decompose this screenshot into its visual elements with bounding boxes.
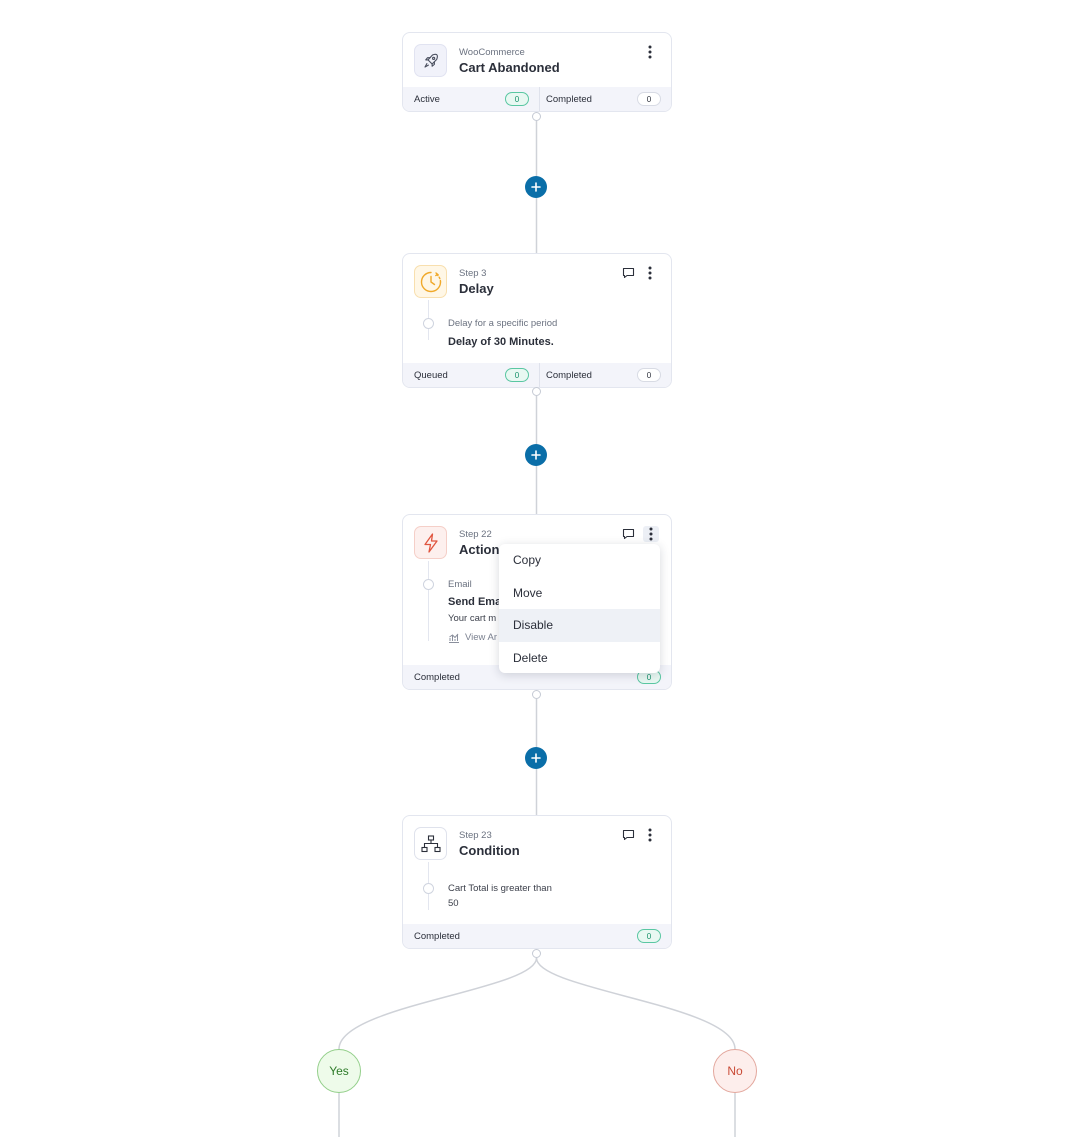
step-title: Action bbox=[459, 542, 500, 557]
branch-yes[interactable]: Yes bbox=[317, 1049, 361, 1093]
stat-label: Completed bbox=[546, 93, 592, 105]
add-step-button[interactable] bbox=[525, 176, 547, 198]
add-step-button[interactable] bbox=[525, 444, 547, 466]
chart-icon bbox=[449, 633, 459, 643]
delay-value: Delay of 30 Minutes. bbox=[448, 336, 554, 348]
trigger-footer: Active 0 Completed 0 bbox=[403, 87, 671, 111]
delay-details: Delay for a specific period Delay of 30 … bbox=[403, 300, 671, 362]
completed-count-badge: 0 bbox=[637, 368, 661, 382]
delay-step-card[interactable]: Step 3 Delay Delay for a specific period… bbox=[402, 253, 672, 388]
view-analytics-label: View Ar bbox=[465, 632, 498, 643]
step-number: Step 23 bbox=[459, 830, 492, 841]
queued-count-badge: 0 bbox=[505, 368, 529, 382]
stat-label: Queued bbox=[414, 369, 448, 381]
menu-item-disable[interactable]: Disable bbox=[499, 609, 660, 642]
completed-count-badge: 0 bbox=[637, 929, 661, 943]
kebab-icon[interactable] bbox=[645, 265, 655, 281]
kebab-icon[interactable] bbox=[645, 827, 655, 843]
condition-value: 50 bbox=[448, 898, 459, 909]
clock-icon bbox=[414, 265, 447, 298]
kebab-icon[interactable] bbox=[643, 526, 659, 542]
stat-label: Active bbox=[414, 93, 440, 105]
kebab-icon[interactable] bbox=[645, 44, 655, 60]
trigger-title: Cart Abandoned bbox=[459, 60, 560, 75]
step-context-menu: Copy Move Disable Delete bbox=[499, 544, 660, 673]
lightning-icon bbox=[414, 526, 447, 559]
stat-label: Completed bbox=[414, 671, 460, 683]
completed-stat: Completed 0 bbox=[403, 924, 671, 948]
active-count-badge: 0 bbox=[505, 92, 529, 106]
connector-node bbox=[532, 387, 541, 396]
plus-icon bbox=[531, 182, 541, 192]
branch-no[interactable]: No bbox=[713, 1049, 757, 1093]
connector-node bbox=[532, 690, 541, 699]
queued-stat: Queued 0 bbox=[403, 363, 539, 387]
completed-count-badge: 0 bbox=[637, 92, 661, 106]
trigger-active-stat: Active 0 bbox=[403, 87, 539, 111]
completed-stat: Completed 0 bbox=[539, 363, 671, 387]
delay-label: Delay for a specific period bbox=[448, 318, 558, 329]
delay-footer: Queued 0 Completed 0 bbox=[403, 363, 671, 387]
trigger-completed-stat: Completed 0 bbox=[539, 87, 671, 111]
trigger-card[interactable]: WooCommerce Cart Abandoned Active 0 Comp… bbox=[402, 32, 672, 112]
menu-item-delete[interactable]: Delete bbox=[499, 642, 660, 675]
condition-details: Cart Total is greater than 50 bbox=[403, 862, 671, 926]
stat-label: Completed bbox=[414, 930, 460, 942]
step-title: Condition bbox=[459, 843, 520, 858]
comment-icon[interactable] bbox=[622, 828, 635, 846]
stat-label: Completed bbox=[546, 369, 592, 381]
step-title: Delay bbox=[459, 281, 494, 296]
condition-footer: Completed 0 bbox=[403, 924, 671, 948]
rocket-icon bbox=[414, 44, 447, 77]
step-number: Step 3 bbox=[459, 268, 487, 279]
trigger-source: WooCommerce bbox=[459, 47, 525, 58]
comment-icon[interactable] bbox=[622, 266, 635, 284]
step-number: Step 22 bbox=[459, 529, 492, 540]
condition-step-card[interactable]: Step 23 Condition Cart Total is greater … bbox=[402, 815, 672, 949]
hierarchy-icon bbox=[414, 827, 447, 860]
plus-icon bbox=[531, 450, 541, 460]
connector-node bbox=[532, 949, 541, 958]
menu-item-move[interactable]: Move bbox=[499, 577, 660, 610]
comment-icon[interactable] bbox=[622, 527, 635, 545]
condition-rule: Cart Total is greater than bbox=[448, 883, 552, 894]
menu-item-copy[interactable]: Copy bbox=[499, 544, 660, 577]
plus-icon bbox=[531, 753, 541, 763]
connector-node bbox=[532, 112, 541, 121]
add-step-button[interactable] bbox=[525, 747, 547, 769]
